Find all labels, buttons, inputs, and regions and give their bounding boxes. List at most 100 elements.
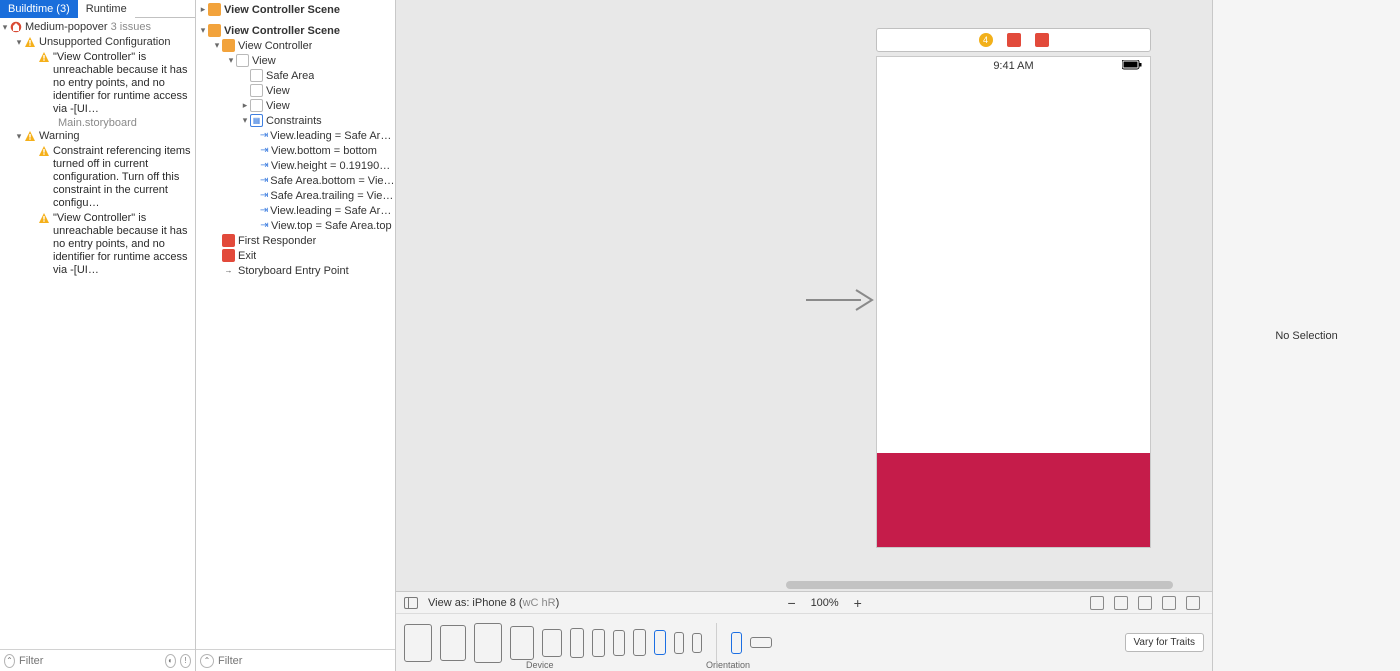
outline-constraints-row[interactable]: ▦ Constraints — [196, 113, 395, 128]
constraint-icon: ⇥ — [258, 130, 270, 141]
orientation-landscape-icon[interactable] — [750, 637, 772, 648]
outline-exit-row[interactable]: Exit — [196, 248, 395, 263]
outline-view-row[interactable]: View — [196, 83, 395, 98]
outline-scene-row[interactable]: View Controller Scene — [196, 2, 395, 17]
issue-group-row[interactable]: Unsupported Configuration — [14, 35, 195, 50]
device-iphone-8plus-icon[interactable] — [633, 629, 646, 656]
issues-navigator: Buildtime (3) Runtime Medium-popover 3 i… — [0, 0, 196, 671]
vary-for-traits-button[interactable]: Vary for Traits — [1125, 633, 1205, 652]
red-subview[interactable] — [877, 453, 1150, 547]
disclosure-triangle-icon[interactable] — [240, 115, 250, 126]
device-iphone-xr-icon[interactable] — [592, 629, 605, 657]
outline-constraint-row[interactable]: ⇥View.leading = Safe Area… — [196, 203, 395, 218]
device-iphone-x-icon[interactable] — [613, 630, 625, 656]
constraints-icon: ▦ — [250, 114, 263, 127]
device-iphone-max-icon[interactable] — [570, 628, 584, 658]
outline-scene-row[interactable]: View Controller Scene — [196, 23, 395, 38]
filter-scope-icon[interactable]: ⌃ — [200, 654, 214, 668]
outline-entrypoint-row[interactable]: → Storyboard Entry Point — [196, 263, 395, 278]
outline-constraint-row[interactable]: ⇥Safe Area.bottom = View… — [196, 173, 395, 188]
constraint-label: View.leading = Safe Area… — [270, 205, 395, 217]
app-icon — [10, 21, 22, 33]
view-as-label[interactable]: View as: iPhone 8 (wC hR) — [428, 597, 559, 609]
status-time: 9:41 AM — [993, 60, 1033, 72]
disclosure-triangle-icon[interactable] — [14, 36, 24, 49]
constraint-label: View.bottom = bottom — [271, 145, 377, 157]
disclosure-triangle-icon[interactable] — [198, 25, 208, 36]
constraint-icon: ⇥ — [258, 220, 271, 231]
storyboard-canvas[interactable]: 4 9:41 AM — [396, 0, 1212, 591]
safearea-label: Safe Area — [266, 70, 314, 82]
device-ipad-12-icon[interactable] — [404, 624, 432, 662]
update-frames-icon[interactable] — [1090, 596, 1104, 610]
disclosure-triangle-icon[interactable] — [212, 40, 222, 51]
issue-text: "View Controller" is unreachable because… — [53, 51, 191, 116]
tab-buildtime[interactable]: Buildtime (3) — [0, 0, 78, 18]
disclosure-triangle-icon[interactable] — [226, 55, 236, 66]
align-icon[interactable] — [1138, 596, 1152, 610]
outline-viewcontroller-row[interactable]: View Controller — [196, 38, 395, 53]
issue-group-row[interactable]: Warning — [14, 129, 195, 144]
outline-constraint-row[interactable]: ⇥View.bottom = bottom — [196, 143, 395, 158]
device-iphone-8-icon[interactable] — [654, 630, 666, 655]
constraint-icon: ⇥ — [258, 175, 270, 186]
device-ipad-mini-icon[interactable] — [542, 629, 562, 657]
outline-filter-bar: ⌃ — [196, 649, 395, 671]
battery-icon — [1122, 60, 1142, 73]
pin-icon[interactable] — [1162, 596, 1176, 610]
disclosure-triangle-icon[interactable] — [14, 130, 24, 143]
zoom-level[interactable]: 100% — [811, 597, 839, 609]
disclosure-triangle-icon[interactable] — [240, 100, 250, 111]
issues-list: Medium-popover 3 issues Unsupported Conf… — [0, 18, 195, 649]
warning-badge-icon[interactable]: 4 — [979, 33, 993, 47]
outline-constraint-row[interactable]: ⇥Safe Area.trailing = View… — [196, 188, 395, 203]
scene-label: View Controller Scene — [224, 4, 340, 16]
issue-row[interactable]: "View Controller" is unreachable because… — [28, 50, 195, 117]
exit-icon[interactable] — [1035, 33, 1049, 47]
project-name: Medium-popover — [25, 21, 108, 33]
clock-icon[interactable]: ◐ — [165, 654, 176, 668]
view-label: View — [266, 100, 290, 112]
exit-label: Exit — [238, 250, 256, 262]
constraint-label: View.leading = Safe Area… — [270, 130, 395, 142]
device-ipad-9-icon[interactable] — [510, 626, 534, 660]
device-bar-bottom: Device Orientation Vary for Traits — [396, 614, 1212, 671]
outline-constraint-row[interactable]: ⇥View.top = Safe Area.top — [196, 218, 395, 233]
constraint-icon: ⇥ — [258, 145, 271, 156]
outline-view-row[interactable]: View — [196, 53, 395, 68]
issue-row[interactable]: "View Controller" is unreachable because… — [28, 211, 195, 278]
zoom-out-button[interactable]: − — [783, 595, 801, 611]
outline-constraint-row[interactable]: ⇥View.leading = Safe Area… — [196, 128, 395, 143]
device-configuration-bar: View as: iPhone 8 (wC hR) − 100% + — [396, 591, 1212, 671]
device-ipad-10-icon[interactable] — [474, 623, 502, 663]
simulated-device-frame[interactable]: 9:41 AM — [876, 56, 1151, 548]
canvas-horizontal-scrollbar[interactable] — [786, 579, 1207, 591]
zoom-in-button[interactable]: + — [849, 595, 867, 611]
outline-filter-input[interactable] — [218, 655, 391, 667]
scene-header-bar[interactable]: 4 — [876, 28, 1151, 52]
issue-file[interactable]: Main.storyboard — [28, 117, 195, 129]
constraint-label: Safe Area.trailing = View… — [270, 190, 395, 202]
outline-view-row[interactable]: View — [196, 98, 395, 113]
first-responder-icon[interactable] — [1007, 33, 1021, 47]
outline-firstresponder-row[interactable]: First Responder — [196, 233, 395, 248]
outline-toggle-icon[interactable] — [404, 597, 418, 609]
disclosure-triangle-icon[interactable] — [198, 4, 208, 15]
device-ipad-11-icon[interactable] — [440, 625, 466, 661]
issues-filter-input[interactable] — [19, 655, 161, 667]
outline-constraint-row[interactable]: ⇥View.height = 0.191904… — [196, 158, 395, 173]
scene-label: View Controller Scene — [224, 25, 340, 37]
device-iphone-se-icon[interactable] — [674, 632, 684, 654]
device-iphone-4s-icon[interactable] — [692, 633, 702, 653]
status-bar: 9:41 AM — [877, 57, 1150, 75]
outline-safearea-row[interactable]: Safe Area — [196, 68, 395, 83]
info-icon[interactable]: ! — [180, 654, 191, 668]
tab-runtime[interactable]: Runtime — [78, 0, 135, 18]
issues-project-row[interactable]: Medium-popover 3 issues — [0, 20, 195, 35]
embed-in-icon[interactable] — [1114, 596, 1128, 610]
orientation-portrait-icon[interactable] — [731, 632, 742, 654]
disclosure-triangle-icon[interactable] — [0, 21, 10, 34]
filter-scope-icon[interactable]: ⌃ — [4, 654, 15, 668]
issue-row[interactable]: Constraint referencing items turned off … — [28, 144, 195, 211]
resolve-issues-icon[interactable] — [1186, 596, 1200, 610]
